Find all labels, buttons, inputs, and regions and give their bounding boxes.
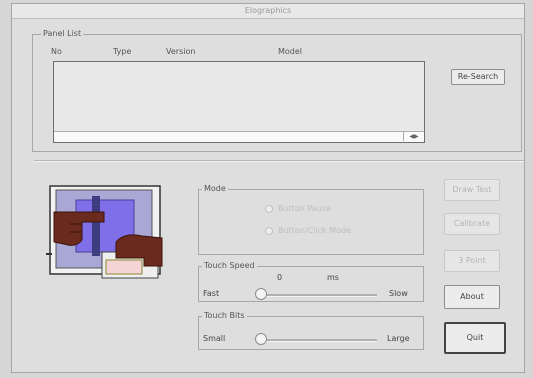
window-title: Elographics bbox=[12, 4, 524, 19]
touch-bits-slider[interactable] bbox=[259, 339, 377, 342]
section-divider bbox=[34, 160, 524, 162]
radio-click-mode[interactable]: Button/Click Mode bbox=[265, 226, 351, 235]
touch-speed-max-label: Slow bbox=[389, 289, 408, 298]
touch-speed-slider[interactable] bbox=[259, 294, 377, 297]
radio-button-pause-label: Button Pause bbox=[278, 204, 331, 213]
touch-bits-max-label: Large bbox=[387, 334, 410, 343]
touch-bits-label: Touch Bits bbox=[202, 311, 247, 321]
horizontal-scrollbar[interactable]: ◀▶ bbox=[54, 131, 424, 142]
mode-group: Mode Button Pause Button/Click Mode bbox=[198, 184, 424, 255]
column-header-version: Version bbox=[166, 47, 196, 56]
touch-speed-value: 0 bbox=[277, 273, 283, 282]
quit-button[interactable]: Quit bbox=[444, 322, 506, 354]
three-point-button[interactable]: 3 Point bbox=[444, 250, 500, 272]
touch-speed-unit: ms bbox=[327, 273, 339, 282]
about-button[interactable]: About bbox=[444, 285, 500, 309]
panel-list-label: Panel List bbox=[41, 29, 84, 39]
touch-bits-slider-knob[interactable] bbox=[255, 333, 267, 345]
column-header-type: Type bbox=[113, 47, 132, 56]
column-header-model: Model bbox=[278, 47, 303, 56]
touch-bits-group: Touch Bits Small Large bbox=[198, 311, 424, 350]
draw-test-button[interactable]: Draw Test bbox=[444, 179, 500, 201]
touch-speed-min-label: Fast bbox=[203, 289, 220, 298]
touch-speed-slider-knob[interactable] bbox=[255, 288, 267, 300]
panel-list-group: Panel List No Type Version Model ◀▶ Re-S… bbox=[32, 29, 522, 152]
radio-click-mode-label: Button/Click Mode bbox=[278, 226, 351, 235]
column-header-no: No bbox=[51, 47, 62, 56]
main-window: Elographics Panel List No Type Version M… bbox=[11, 3, 525, 373]
touch-logo-icon bbox=[46, 185, 163, 279]
radio-checked-icon bbox=[265, 204, 273, 213]
panel-listbox[interactable]: ◀▶ bbox=[53, 61, 425, 143]
touch-bits-min-label: Small bbox=[203, 334, 226, 343]
calibrate-button[interactable]: Calibrate bbox=[444, 213, 500, 235]
radio-button-pause[interactable]: Button Pause bbox=[265, 204, 331, 213]
scroll-arrows-icon[interactable]: ◀▶ bbox=[403, 132, 424, 141]
mode-label: Mode bbox=[202, 184, 228, 194]
radio-unchecked-icon bbox=[265, 226, 273, 235]
touch-speed-group: Touch Speed 0 ms Fast Slow bbox=[198, 261, 424, 302]
touch-speed-label: Touch Speed bbox=[202, 261, 257, 271]
research-button[interactable]: Re-Search bbox=[451, 69, 505, 85]
